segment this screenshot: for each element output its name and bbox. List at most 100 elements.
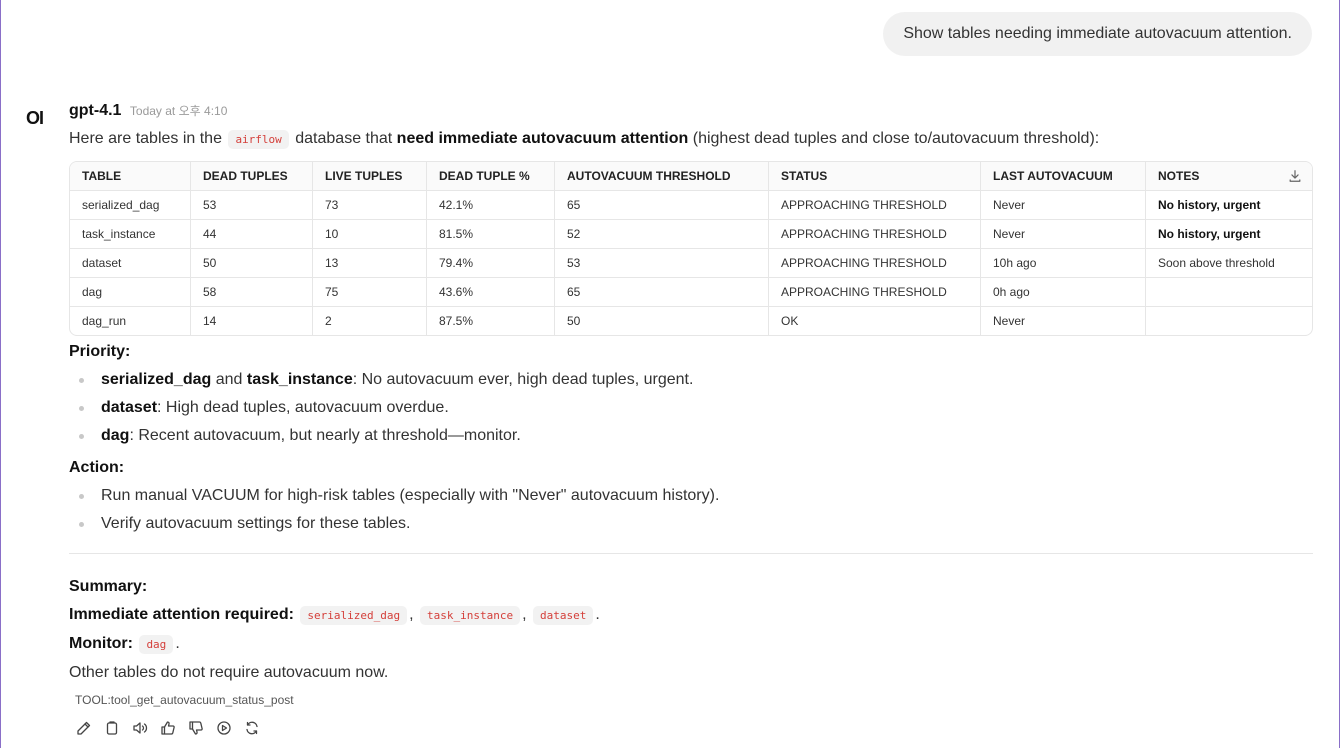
table-cell: dag bbox=[70, 277, 191, 307]
table-cell: 81.5% bbox=[426, 219, 555, 249]
assistant-header: gpt-4.1 Today at 오후 4:10 bbox=[69, 102, 227, 124]
table-cell: 43.6% bbox=[426, 277, 555, 307]
table-code: serialized_dag bbox=[300, 606, 408, 625]
monitor-line: Monitor: dag. bbox=[69, 635, 180, 654]
list-item: dag: Recent autovacuum, but nearly at th… bbox=[69, 422, 1313, 450]
model-name: gpt-4.1 bbox=[69, 102, 122, 119]
intro-paragraph: Here are tables in the airflow database … bbox=[69, 126, 1313, 153]
table-cell: 53 bbox=[190, 190, 313, 220]
priority-heading: Priority: bbox=[69, 343, 131, 360]
column-header: LAST AUTOVACUUM bbox=[980, 162, 1146, 191]
intro-emphasis: need immediate autovacuum attention bbox=[396, 130, 689, 147]
column-header: DEAD TUPLES bbox=[190, 162, 313, 191]
autovacuum-table-container: TABLE DEAD TUPLES LIVE TUPLES DEAD TUPLE… bbox=[69, 161, 1313, 336]
table-row: serialized_dag 53 73 42.1% 65 APPROACHIN… bbox=[70, 190, 1312, 220]
table-cell: 65 bbox=[554, 190, 769, 220]
column-header: STATUS bbox=[768, 162, 981, 191]
summary-heading: Summary: bbox=[69, 578, 148, 595]
table-cell: 65 bbox=[554, 277, 769, 307]
column-header: DEAD TUPLE % bbox=[426, 162, 555, 191]
table-row: dataset 50 13 79.4% 53 APPROACHING THRES… bbox=[70, 248, 1312, 278]
table-name: serialized_dag bbox=[101, 371, 212, 388]
table-cell: 52 bbox=[554, 219, 769, 249]
table-cell: Never bbox=[980, 219, 1146, 249]
action-list: Run manual VACUUM for high-risk tables (… bbox=[69, 482, 1313, 538]
table-cell: 42.1% bbox=[426, 190, 555, 220]
list-text: : No autovacuum ever, high dead tuples, … bbox=[352, 371, 694, 388]
user-message-bubble: Show tables needing immediate autovacuum… bbox=[883, 12, 1312, 56]
table-cell bbox=[1145, 277, 1312, 307]
table-cell: 14 bbox=[190, 306, 313, 335]
table-cell: APPROACHING THRESHOLD bbox=[768, 277, 981, 307]
table-cell: 87.5% bbox=[426, 306, 555, 335]
table-row: dag 58 75 43.6% 65 APPROACHING THRESHOLD… bbox=[70, 277, 1312, 307]
window-border-left bbox=[0, 0, 1, 748]
list-text: and bbox=[215, 371, 243, 388]
list-item: Run manual VACUUM for high-risk tables (… bbox=[69, 482, 1313, 510]
immediate-attention-line: Immediate attention required: serialized… bbox=[69, 606, 600, 625]
table-cell: APPROACHING THRESHOLD bbox=[768, 248, 981, 278]
table-cell: No history, urgent bbox=[1145, 219, 1312, 249]
table-cell: Never bbox=[980, 306, 1146, 335]
summary-block: Summary: Immediate attention required: s… bbox=[69, 573, 1313, 687]
copy-icon[interactable] bbox=[102, 718, 122, 738]
assistant-avatar: OI bbox=[26, 108, 44, 128]
regenerate-icon[interactable] bbox=[242, 718, 262, 738]
table-cell: 0h ago bbox=[980, 277, 1146, 307]
list-text: : Recent autovacuum, but nearly at thres… bbox=[129, 427, 521, 444]
edit-icon[interactable] bbox=[74, 718, 94, 738]
column-header: AUTOVACUUM THRESHOLD bbox=[554, 162, 769, 191]
table-cell: OK bbox=[768, 306, 981, 335]
table-cell: 73 bbox=[312, 190, 427, 220]
table-cell: 44 bbox=[190, 219, 313, 249]
database-name-code: airflow bbox=[228, 130, 289, 149]
table-cell: task_instance bbox=[70, 219, 191, 249]
table-row: task_instance 44 10 81.5% 52 APPROACHING… bbox=[70, 219, 1312, 249]
read-aloud-icon[interactable] bbox=[130, 718, 150, 738]
table-cell: 10h ago bbox=[980, 248, 1146, 278]
table-code: task_instance bbox=[419, 606, 521, 625]
message-timestamp: Today at 오후 4:10 bbox=[129, 104, 228, 118]
table-cell: dataset bbox=[70, 248, 191, 278]
thumbs-up-icon[interactable] bbox=[158, 718, 178, 738]
table-cell: serialized_dag bbox=[70, 190, 191, 220]
column-header: TABLE bbox=[70, 162, 191, 191]
table-code: dataset bbox=[532, 606, 594, 625]
table-cell: 58 bbox=[190, 277, 313, 307]
monitor-label: Monitor: bbox=[69, 635, 133, 652]
table-code: dag bbox=[139, 635, 174, 654]
assistant-message: Here are tables in the airflow database … bbox=[69, 126, 1313, 707]
summary-other: Other tables do not require autovacuum n… bbox=[69, 664, 389, 681]
table-cell: 13 bbox=[312, 248, 427, 278]
thumbs-down-icon[interactable] bbox=[186, 718, 206, 738]
table-name: dag bbox=[101, 427, 130, 444]
list-item: dataset: High dead tuples, autovacuum ov… bbox=[69, 394, 1313, 422]
section-divider bbox=[69, 553, 1313, 554]
table-name: task_instance bbox=[246, 371, 353, 388]
table-cell: 75 bbox=[312, 277, 427, 307]
table-cell: 79.4% bbox=[426, 248, 555, 278]
intro-text-start: Here are tables in the bbox=[69, 130, 222, 147]
table-row: dag_run 14 2 87.5% 50 OK Never bbox=[70, 306, 1313, 336]
list-item: Verify autovacuum settings for these tab… bbox=[69, 510, 1313, 538]
table-name: dataset bbox=[101, 399, 158, 416]
immediate-label: Immediate attention required: bbox=[69, 606, 294, 623]
table-cell: 53 bbox=[554, 248, 769, 278]
table-cell: 10 bbox=[312, 219, 427, 249]
table-cell: APPROACHING THRESHOLD bbox=[768, 190, 981, 220]
table-cell: APPROACHING THRESHOLD bbox=[768, 219, 981, 249]
table-cell: 2 bbox=[312, 306, 427, 335]
table-cell: 50 bbox=[190, 248, 313, 278]
list-text: : High dead tuples, autovacuum overdue. bbox=[157, 399, 449, 416]
table-header-row: TABLE DEAD TUPLES LIVE TUPLES DEAD TUPLE… bbox=[70, 162, 1312, 191]
column-header: LIVE TUPLES bbox=[312, 162, 427, 191]
action-heading: Action: bbox=[69, 459, 125, 476]
list-item: serialized_dag and task_instance: No aut… bbox=[69, 366, 1313, 394]
download-icon[interactable] bbox=[1288, 169, 1302, 183]
autovacuum-table: TABLE DEAD TUPLES LIVE TUPLES DEAD TUPLE… bbox=[70, 162, 1312, 335]
play-icon[interactable] bbox=[214, 718, 234, 738]
tool-call-label[interactable]: TOOL:tool_get_autovacuum_status_post bbox=[69, 693, 1313, 707]
table-cell: Never bbox=[980, 190, 1146, 220]
intro-text-middle: database that bbox=[295, 130, 393, 147]
table-cell bbox=[1146, 307, 1313, 336]
